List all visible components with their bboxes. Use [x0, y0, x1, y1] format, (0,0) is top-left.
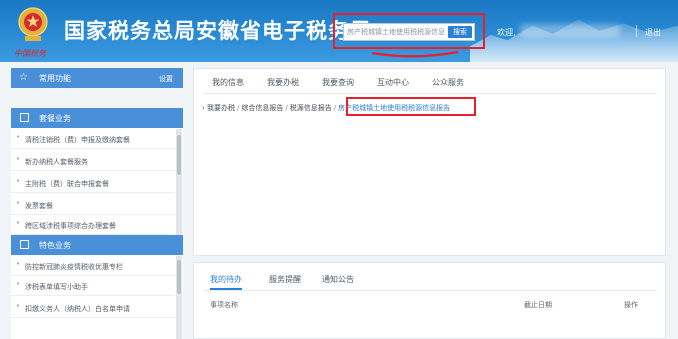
sidebar-header: ☆ 常用功能 设置	[11, 68, 183, 88]
sidebar-section-features[interactable]: 特色业务	[11, 235, 183, 255]
bullet-icon: •	[16, 280, 21, 288]
scrollbar-thumb[interactable]	[177, 135, 181, 175]
sidebar-item-label: 扣缴义务人（纳税人）白名单申请	[25, 305, 130, 313]
sidebar-item[interactable]: • 涉税表单填写小助手	[11, 276, 175, 296]
sidebar-section-packages[interactable]: 套餐业务	[11, 108, 183, 128]
breadcrumb-separator: /	[237, 104, 240, 112]
bullet-icon: •	[16, 260, 21, 268]
bullet-icon: •	[16, 219, 21, 227]
breadcrumb-arrow-icon: ›	[202, 104, 205, 112]
scrollbar-thumb[interactable]	[177, 260, 181, 294]
todo-panel: 我的待办 服务提醒 通知公告 事项名称 截止日期 操作	[193, 262, 666, 339]
search-highlight-box	[333, 13, 485, 49]
star-icon: ☆	[19, 72, 28, 83]
tab-query[interactable]: 我要查询	[322, 77, 354, 88]
todo-tab-divider	[204, 290, 657, 291]
breadcrumb-item[interactable]: 综合信息报告	[241, 104, 283, 112]
breadcrumb-highlight-box	[346, 97, 476, 116]
bullet-icon: •	[16, 177, 21, 185]
sidebar-item[interactable]: • 跨区域涉税事项综合办理套餐	[11, 215, 175, 235]
breadcrumb-item[interactable]: 税源信息报告	[290, 104, 332, 112]
section-label: 特色业务	[39, 241, 71, 250]
sidebar-item-label: 跨区域涉税事项综合办理套餐	[25, 222, 116, 230]
tab-service-reminder[interactable]: 服务提醒	[269, 274, 301, 285]
logo-text: 中国税务	[14, 49, 46, 58]
sidebar-item[interactable]: • 主附税（费）联合申报套餐	[11, 173, 175, 193]
sidebar-item[interactable]: • 扣缴义务人（纳税人）白名单申请	[11, 298, 175, 318]
bullet-icon: •	[16, 133, 21, 141]
breadcrumb-separator: /	[285, 104, 288, 112]
sidebar-settings-link[interactable]: 设置	[159, 74, 173, 84]
breadcrumb-item[interactable]: 我要办税	[207, 104, 235, 112]
bullet-icon: •	[16, 302, 21, 310]
sidebar-item-label: 主附税（费）联合申报套餐	[25, 180, 109, 188]
sidebar-item-label: 涉税表单填写小助手	[25, 283, 88, 291]
top-header: 中国税务 国家税务总局安徽省电子税务局 搜索 欢迎, 退出	[0, 0, 678, 62]
package-icon	[20, 113, 29, 122]
sidebar-item-label: 防控新冠肺炎疫情税收优惠专栏	[25, 263, 123, 271]
sidebar-item[interactable]: • 发票套餐	[11, 195, 175, 215]
sidebar-item[interactable]: • 新办纳税人套餐服务	[11, 151, 175, 171]
sidebar-scrollbar[interactable]	[176, 129, 182, 235]
sidebar-item-label: 清税注销税（费）申报及缴纳套餐	[25, 136, 130, 144]
blurred-user-name	[520, 24, 620, 37]
tab-my-info[interactable]: 我的信息	[212, 77, 244, 88]
sidebar-scrollbar[interactable]	[176, 256, 182, 339]
tab-my-todo[interactable]: 我的待办	[210, 274, 242, 285]
site-title: 国家税务总局安徽省电子税务局	[64, 19, 372, 43]
tab-public-service[interactable]: 公众服务	[432, 77, 464, 88]
sidebar-item-label: 新办纳税人套餐服务	[25, 158, 88, 166]
tab-interaction[interactable]: 互动中心	[377, 77, 409, 88]
tab-divider	[204, 93, 657, 94]
sidebar-header-label: 常用功能	[39, 74, 71, 83]
sidebar: ☆ 常用功能 设置 套餐业务 • 清税注销税（费）申报及缴纳套餐 • 新办纳税人…	[11, 68, 183, 339]
tab-tax-handling[interactable]: 我要办税	[267, 77, 299, 88]
sidebar-item[interactable]: • 清税注销税（费）申报及缴纳套餐	[11, 129, 175, 149]
bullet-icon: •	[16, 199, 21, 207]
bullet-icon: •	[16, 155, 21, 163]
header-divider	[636, 25, 637, 37]
logout-link[interactable]: 退出	[645, 27, 661, 38]
tax-bureau-page: 中国税务 国家税务总局安徽省电子税务局 搜索 欢迎, 退出 ☆ 常用功能 设置 …	[0, 0, 678, 339]
sidebar-item[interactable]: • 防控新冠肺炎疫情税收优惠专栏	[11, 256, 175, 276]
red-underline-annotation	[371, 50, 459, 58]
sidebar-item-label: 发票套餐	[25, 202, 53, 210]
tab-notices[interactable]: 通知公告	[322, 274, 354, 285]
welcome-label: 欢迎,	[497, 28, 516, 37]
section-label: 套餐业务	[39, 114, 71, 123]
column-header-action: 操作	[624, 301, 638, 309]
tax-emblem-icon	[18, 7, 48, 41]
sidebar-gap	[11, 88, 183, 108]
grid-icon	[20, 240, 29, 249]
breadcrumb-separator: /	[333, 104, 337, 112]
column-header-name: 事项名称	[210, 301, 238, 309]
column-header-deadline: 截止日期	[524, 301, 552, 309]
